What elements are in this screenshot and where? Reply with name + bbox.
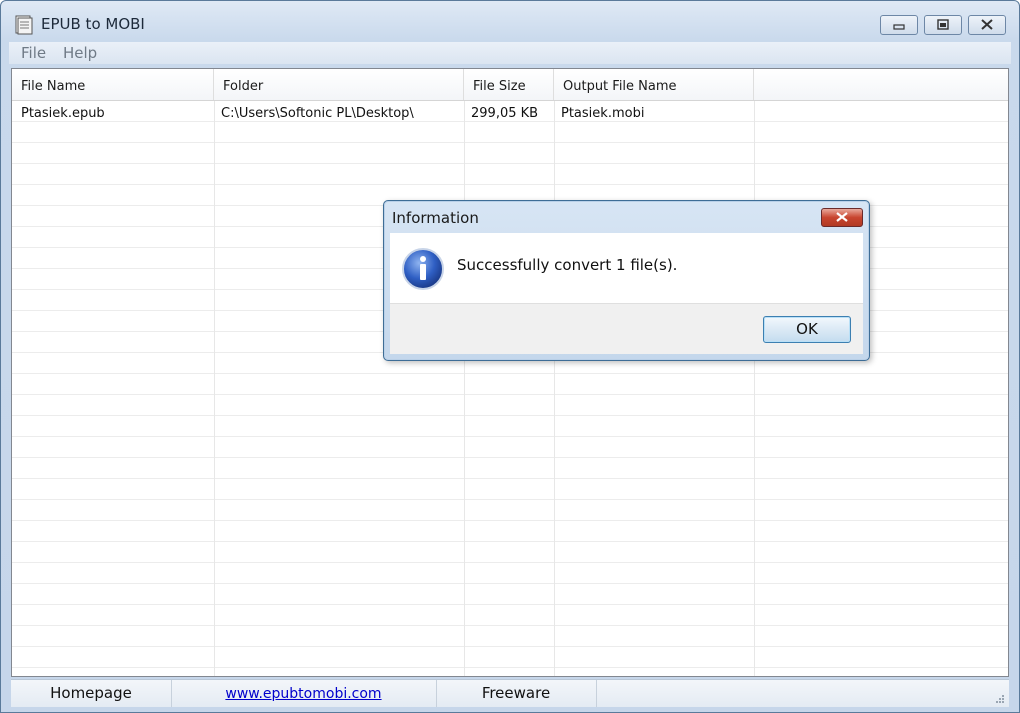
status-link-panel: www.epubtomobi.com: [171, 680, 437, 707]
file-list[interactable]: File Name Folder File Size Output File N…: [11, 68, 1009, 677]
title-bar[interactable]: EPUB to MOBI: [1, 1, 1019, 41]
info-icon: [402, 248, 444, 290]
dialog-message: Successfully convert 1 file(s).: [457, 256, 678, 274]
cell-file-name: Ptasiek.epub: [21, 106, 105, 121]
cell-output-file-name: Ptasiek.mobi: [561, 106, 645, 121]
ok-button[interactable]: OK: [763, 316, 851, 343]
column-divider: [214, 101, 215, 676]
homepage-link[interactable]: www.epubtomobi.com: [225, 686, 381, 702]
resize-grip-icon[interactable]: [995, 694, 1005, 704]
menu-bar: File Help: [9, 42, 1011, 64]
column-divider: [754, 101, 755, 676]
close-button[interactable]: [968, 15, 1006, 35]
information-dialog: Information Successfully convert 1 file(…: [383, 200, 870, 361]
app-icon: [15, 15, 33, 35]
column-output-file-name[interactable]: Output File Name: [554, 69, 754, 100]
list-rows: [12, 101, 1008, 676]
menu-help[interactable]: Help: [63, 44, 97, 62]
status-license: Freeware: [436, 680, 597, 707]
cell-file-size: 299,05 KB: [471, 106, 539, 121]
window-title: EPUB to MOBI: [41, 15, 145, 33]
dialog-close-button[interactable]: [821, 208, 863, 227]
list-header: File Name Folder File Size Output File N…: [12, 69, 1008, 101]
minimize-icon: [893, 24, 905, 30]
column-divider: [554, 101, 555, 676]
menu-file[interactable]: File: [21, 44, 46, 62]
column-file-name[interactable]: File Name: [12, 69, 214, 100]
close-icon: [981, 19, 993, 30]
minimize-button[interactable]: [880, 15, 918, 35]
dialog-body: Successfully convert 1 file(s).: [390, 233, 863, 303]
status-homepage: Homepage: [11, 680, 172, 707]
column-folder[interactable]: Folder: [214, 69, 464, 100]
column-file-size[interactable]: File Size: [464, 69, 554, 100]
close-icon: [836, 212, 848, 222]
status-bar: Homepage www.epubtomobi.com Freeware: [11, 679, 1009, 707]
maximize-icon: [937, 19, 949, 30]
dialog-footer: OK: [390, 303, 863, 354]
cell-folder: C:\Users\Softonic PL\Desktop\: [221, 106, 414, 121]
column-divider: [464, 101, 465, 676]
maximize-button[interactable]: [924, 15, 962, 35]
dialog-title: Information: [392, 209, 479, 227]
